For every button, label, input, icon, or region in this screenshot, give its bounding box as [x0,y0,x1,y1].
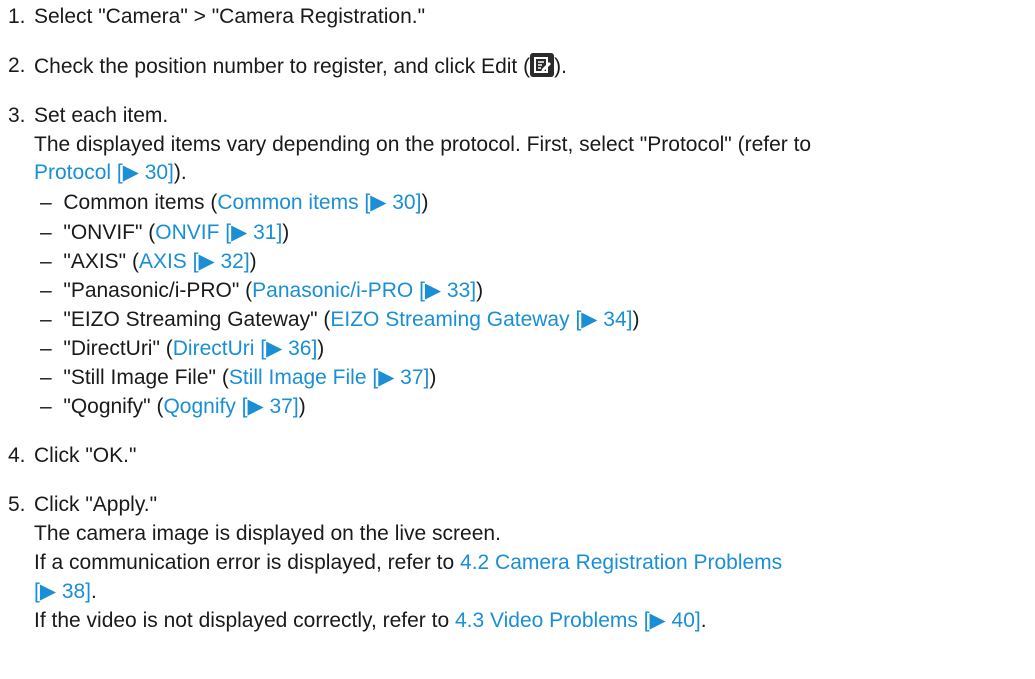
camera-registration-problems-link[interactable]: 4.2 Camera Registration Problems [460,551,782,574]
item-tail: ) [476,279,484,302]
panasonic-link[interactable]: Panasonic/i-PRO [▶ 33] [252,279,476,302]
item-label: "Panasonic/i-PRO" ( [63,279,253,302]
period: . [700,609,707,632]
note-tail: ). [173,161,187,184]
onvif-link[interactable]: ONVIF [▶ 31] [155,221,282,244]
item-label: "ONVIF" ( [63,221,156,244]
step-number: 1. [8,5,26,28]
step-number: 3. [8,104,26,127]
step-number: 2. [8,54,26,77]
item-tail: ) [249,250,257,273]
eizo-gateway-link[interactable]: EIZO Streaming Gateway [▶ 34] [330,308,632,331]
item-label: "AXIS" ( [63,250,139,273]
note-text: The displayed items vary depending on th… [34,133,812,156]
qognify-link[interactable]: Qognify [▶ 37] [163,395,298,418]
step-text: Set each item. [34,104,169,127]
item-tail: ) [421,191,429,214]
dash: – [40,250,52,273]
step-text: Click "OK." [34,444,137,467]
item-label: "EIZO Streaming Gateway" ( [63,308,331,331]
still-image-link[interactable]: Still Image File [▶ 37] [229,366,430,389]
item-label: "Qognify" ( [63,395,164,418]
step-text: Check the position number to register, a… [34,53,567,80]
dash: – [40,279,52,302]
item-tail: ) [282,221,290,244]
video-text: If the video is not displayed correctly,… [34,609,455,632]
step-text: Click "Apply." [34,493,158,516]
item-tail: ) [429,366,437,389]
axis-link[interactable]: AXIS [▶ 32] [139,250,250,273]
item-label: "Still Image File" ( [63,366,229,389]
dash: – [40,366,52,389]
step-number: 5. [8,493,26,516]
dash: – [40,308,52,331]
result-text: The camera image is displayed on the liv… [34,522,501,545]
camera-registration-problems-page-link[interactable]: [▶ 38] [34,580,91,603]
step-text-part: ). [554,55,567,78]
protocol-link[interactable]: Protocol [▶ 30] [34,161,174,184]
edit-icon [530,53,555,77]
step-number: 4. [8,444,26,467]
item-label: Common items ( [63,191,218,214]
item-label: "DirectUri" ( [63,337,173,360]
step-text: Select "Camera" > "Camera Registration." [34,5,426,28]
common-items-link[interactable]: Common items [▶ 30] [217,191,421,214]
dash: – [40,337,52,360]
step-text-part: Check the position number to register, a… [34,55,531,78]
item-tail: ) [298,395,306,418]
item-tail: ) [317,337,325,360]
directuri-link[interactable]: DirectUri [▶ 36] [173,337,318,360]
video-problems-link[interactable]: 4.3 Video Problems [▶ 40] [455,609,701,632]
error-text: If a communication error is displayed, r… [34,551,461,574]
dash: – [40,191,52,214]
item-tail: ) [632,308,640,331]
dash: – [40,221,52,244]
dash: – [40,395,52,418]
period: . [91,580,97,603]
